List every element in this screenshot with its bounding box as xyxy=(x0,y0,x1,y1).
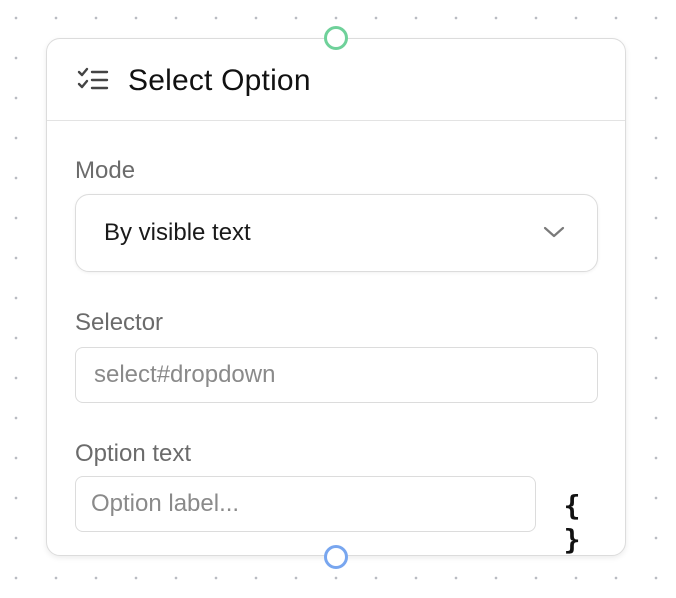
mode-label: Mode xyxy=(75,157,136,184)
selector-label: Selector xyxy=(75,309,164,336)
select-option-node[interactable]: Select Option Mode By visible text Selec… xyxy=(46,38,626,556)
mode-select[interactable]: By visible text xyxy=(75,194,598,272)
mode-selected-value: By visible text xyxy=(104,219,251,246)
node-title: Select Option xyxy=(128,64,311,97)
option-text-input[interactable] xyxy=(75,476,536,532)
expression-button[interactable]: { } xyxy=(552,489,592,556)
output-handle[interactable] xyxy=(324,545,348,569)
selector-input[interactable] xyxy=(75,347,598,403)
input-handle[interactable] xyxy=(324,26,348,50)
node-header: Select Option xyxy=(47,39,625,121)
checklist-icon xyxy=(77,67,109,93)
chevron-down-icon xyxy=(543,225,565,239)
option-text-label: Option text xyxy=(75,440,192,467)
